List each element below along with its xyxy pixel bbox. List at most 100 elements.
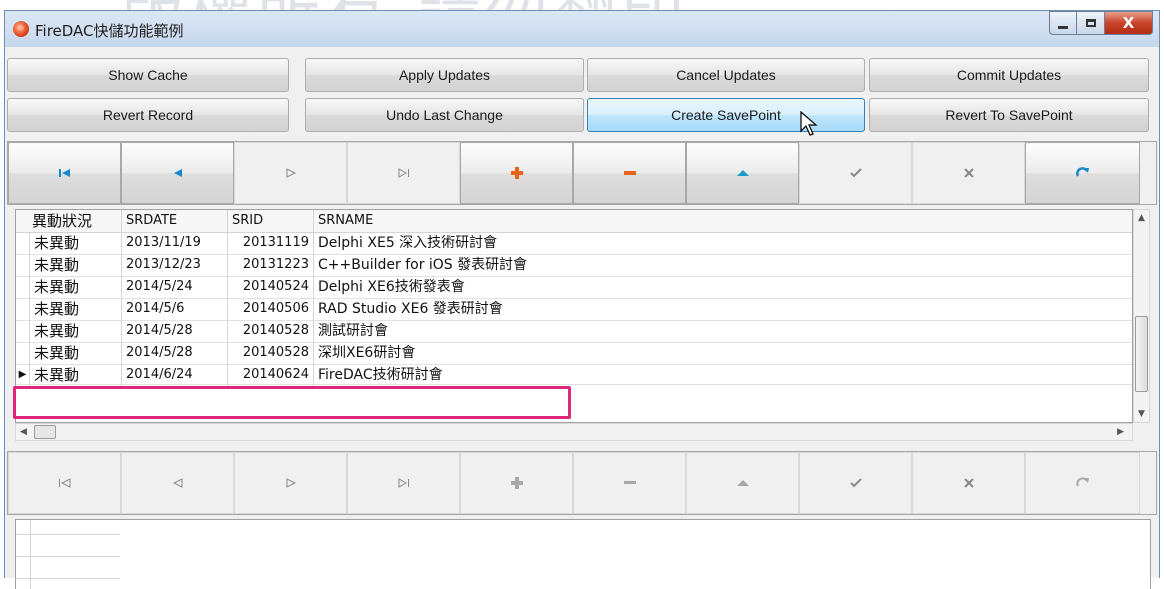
nav2-prior-button[interactable] (121, 452, 234, 514)
cell-srname: 深圳XE6研討會 (318, 345, 416, 361)
row-indicator (16, 298, 30, 320)
nav2-delete-button[interactable] (573, 452, 686, 514)
grid-line (16, 556, 120, 557)
last-icon (398, 478, 409, 488)
window-controls: X (1049, 11, 1153, 35)
cell-srid: 20140624 (228, 364, 314, 386)
horizontal-scrollbar[interactable]: ◀ ▶ (15, 423, 1133, 441)
cell-status: 未異動 (30, 342, 122, 364)
edit-icon (736, 480, 749, 486)
mouse-cursor-icon (800, 111, 818, 136)
cancel-icon (963, 168, 974, 178)
scroll-up-arrow-icon[interactable]: ▲ (1138, 213, 1145, 223)
table-row[interactable]: 未異動 2013/12/23 20131223 C++Builder for i… (16, 254, 1132, 277)
cell-srid: 20140528 (228, 342, 314, 364)
cancel-updates-button[interactable]: Cancel Updates (587, 58, 865, 92)
post-icon (849, 478, 862, 488)
nav-delete-button[interactable] (573, 142, 686, 204)
app-window: FireDAC快儲功能範例 X Show Cache Apply Updates… (4, 10, 1160, 589)
nav-edit-button[interactable] (686, 142, 799, 204)
nav-last-button[interactable] (347, 142, 460, 204)
table-row[interactable]: 未異動 2014/5/28 20140528 深圳XE6研討會 (16, 342, 1132, 365)
grid-line (16, 534, 120, 535)
cell-srname: FireDAC技術研討會 (318, 367, 443, 383)
nav2-edit-button[interactable] (686, 452, 799, 514)
nav2-refresh-button[interactable] (1025, 452, 1140, 514)
close-button[interactable]: X (1105, 11, 1153, 35)
cell-srdate: 2013/12/23 (122, 254, 228, 276)
cell-status: 未異動 (30, 298, 122, 320)
delete-icon (623, 171, 636, 175)
first-icon (58, 478, 70, 488)
table-row[interactable]: 未異動 2014/5/6 20140506 RAD Studio XE6 發表研… (16, 298, 1132, 321)
undo-last-change-button[interactable]: Undo Last Change (305, 98, 584, 132)
vertical-scrollbar[interactable]: ▲ ▼ (1133, 209, 1150, 423)
nav-cancel-button[interactable] (912, 142, 1025, 204)
annotation-highlight-box (13, 386, 571, 419)
action-buttons-row-2: Revert Record Undo Last Change Create Sa… (5, 98, 1159, 132)
column-header-status[interactable]: 異動狀況 (16, 210, 122, 232)
current-row-indicator: ▶ (16, 364, 30, 386)
minimize-icon (1058, 25, 1068, 29)
refresh-icon (1075, 477, 1089, 487)
scrollbar-corner (1133, 423, 1150, 441)
nav-insert-button[interactable] (460, 142, 573, 204)
row-indicator (16, 342, 30, 364)
row-indicator (16, 276, 30, 298)
nav2-cancel-button[interactable] (912, 452, 1025, 514)
window-title: FireDAC快儲功能範例 (35, 22, 184, 40)
apply-updates-button[interactable]: Apply Updates (305, 58, 584, 92)
row-indicator (16, 254, 30, 276)
scroll-left-arrow-icon[interactable]: ◀ (20, 427, 27, 437)
grid-header: 異動狀況 SRDATE SRID SRNAME (16, 210, 1132, 233)
title-bar[interactable]: FireDAC快儲功能範例 X (5, 11, 1159, 47)
nav2-post-button[interactable] (799, 452, 912, 514)
cell-srdate: 2014/5/28 (122, 342, 228, 364)
nav-first-button[interactable] (8, 142, 121, 204)
scroll-down-arrow-icon[interactable]: ▼ (1138, 409, 1145, 419)
table-row[interactable]: 未異動 2013/11/19 20131119 Delphi XE5 深入技術研… (16, 232, 1132, 255)
detail-grid[interactable] (15, 519, 1151, 589)
maximize-button[interactable] (1077, 11, 1105, 35)
table-row[interactable]: 未異動 2014/5/28 20140528 測試研討會 (16, 320, 1132, 343)
next-icon (286, 478, 296, 488)
cell-status: 未異動 (30, 320, 122, 342)
table-row-current[interactable]: ▶ 未異動 2014/6/24 20140624 FireDAC技術研討會 (16, 364, 1132, 386)
db-navigator-top (7, 141, 1157, 205)
commit-updates-button[interactable]: Commit Updates (869, 58, 1149, 92)
cell-srdate: 2014/5/24 (122, 276, 228, 298)
nav-refresh-button[interactable] (1025, 142, 1140, 204)
db-navigator-bottom (7, 451, 1157, 515)
action-buttons-row-1: Show Cache Apply Updates Cancel Updates … (5, 58, 1159, 92)
create-savepoint-button[interactable]: Create SavePoint (587, 98, 865, 132)
cell-srname: Delphi XE5 深入技術研討會 (318, 235, 498, 251)
vertical-scroll-thumb[interactable] (1135, 316, 1148, 392)
column-header-srname[interactable]: SRNAME (314, 210, 1132, 232)
nav-post-button[interactable] (799, 142, 912, 204)
prior-icon (173, 169, 182, 177)
cell-srid: 20131223 (228, 254, 314, 276)
table-row[interactable]: 未異動 2014/5/24 20140524 Delphi XE6技術發表會 (16, 276, 1132, 299)
revert-to-savepoint-button[interactable]: Revert To SavePoint (869, 98, 1149, 132)
scroll-right-arrow-icon[interactable]: ▶ (1117, 427, 1124, 437)
minimize-button[interactable] (1049, 11, 1077, 35)
grid-line (16, 578, 120, 579)
cell-srname: 測試研討會 (318, 323, 388, 339)
show-cache-button[interactable]: Show Cache (7, 58, 289, 92)
row-indicator (16, 232, 30, 254)
cell-status: 未異動 (30, 254, 122, 276)
nav2-next-button[interactable] (234, 452, 347, 514)
delete-icon (623, 481, 636, 484)
nav2-insert-button[interactable] (460, 452, 573, 514)
first-icon (58, 169, 70, 177)
nav2-first-button[interactable] (8, 452, 121, 514)
revert-record-button[interactable]: Revert Record (7, 98, 289, 132)
horizontal-scroll-thumb[interactable] (34, 425, 56, 439)
nav-prior-button[interactable] (121, 142, 234, 204)
cancel-icon (963, 478, 974, 488)
nav-next-button[interactable] (234, 142, 347, 204)
nav2-last-button[interactable] (347, 452, 460, 514)
column-header-srid[interactable]: SRID (228, 210, 314, 232)
row-indicator (16, 320, 30, 342)
column-header-srdate[interactable]: SRDATE (122, 210, 228, 232)
